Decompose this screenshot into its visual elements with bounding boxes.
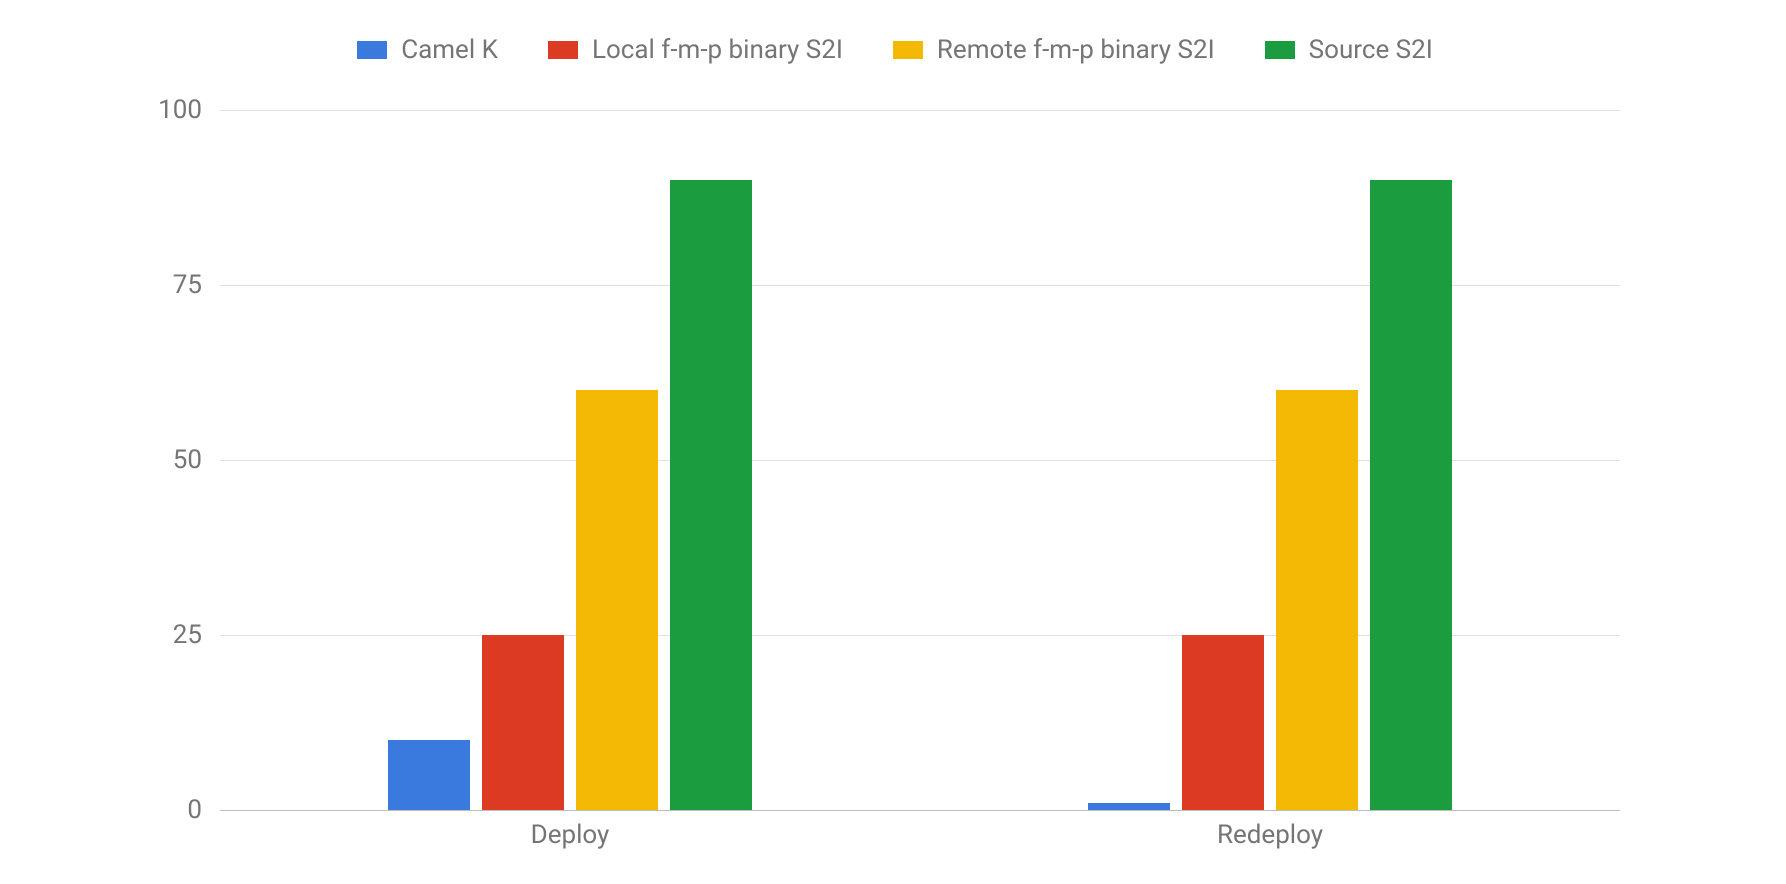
x-tick-label: Deploy [531, 820, 610, 850]
legend: Camel K Local f-m-p binary S2I Remote f-… [140, 20, 1650, 80]
bar-redeploy-local-fmp [1182, 635, 1264, 810]
x-tick-label: Redeploy [1217, 820, 1323, 850]
bar-deploy-source-s2i [670, 180, 752, 810]
gridline [220, 110, 1620, 111]
bar-deploy-local-fmp [482, 635, 564, 810]
y-tick-label: 100 [82, 95, 202, 125]
legend-label: Local f-m-p binary S2I [592, 35, 843, 65]
plot-area: 100 75 50 25 0 [220, 110, 1620, 810]
legend-item: Camel K [357, 35, 498, 65]
x-axis-baseline [220, 810, 1620, 811]
legend-swatch [1265, 41, 1295, 59]
legend-item: Source S2I [1265, 35, 1433, 65]
y-tick-label: 50 [82, 445, 202, 475]
bar-deploy-camel-k [388, 740, 470, 810]
legend-label: Camel K [401, 35, 498, 65]
legend-swatch [357, 41, 387, 59]
bar-redeploy-source-s2i [1370, 180, 1452, 810]
legend-item: Remote f-m-p binary S2I [893, 35, 1215, 65]
chart: Camel K Local f-m-p binary S2I Remote f-… [140, 20, 1650, 860]
bar-deploy-remote-fmp [576, 390, 658, 810]
bar-redeploy-camel-k [1088, 803, 1170, 810]
legend-item: Local f-m-p binary S2I [548, 35, 843, 65]
legend-swatch [893, 41, 923, 59]
bar-redeploy-remote-fmp [1276, 390, 1358, 810]
legend-swatch [548, 41, 578, 59]
y-tick-label: 25 [82, 620, 202, 650]
legend-label: Source S2I [1309, 35, 1433, 65]
legend-label: Remote f-m-p binary S2I [937, 35, 1215, 65]
y-tick-label: 75 [82, 270, 202, 300]
y-tick-label: 0 [82, 795, 202, 825]
